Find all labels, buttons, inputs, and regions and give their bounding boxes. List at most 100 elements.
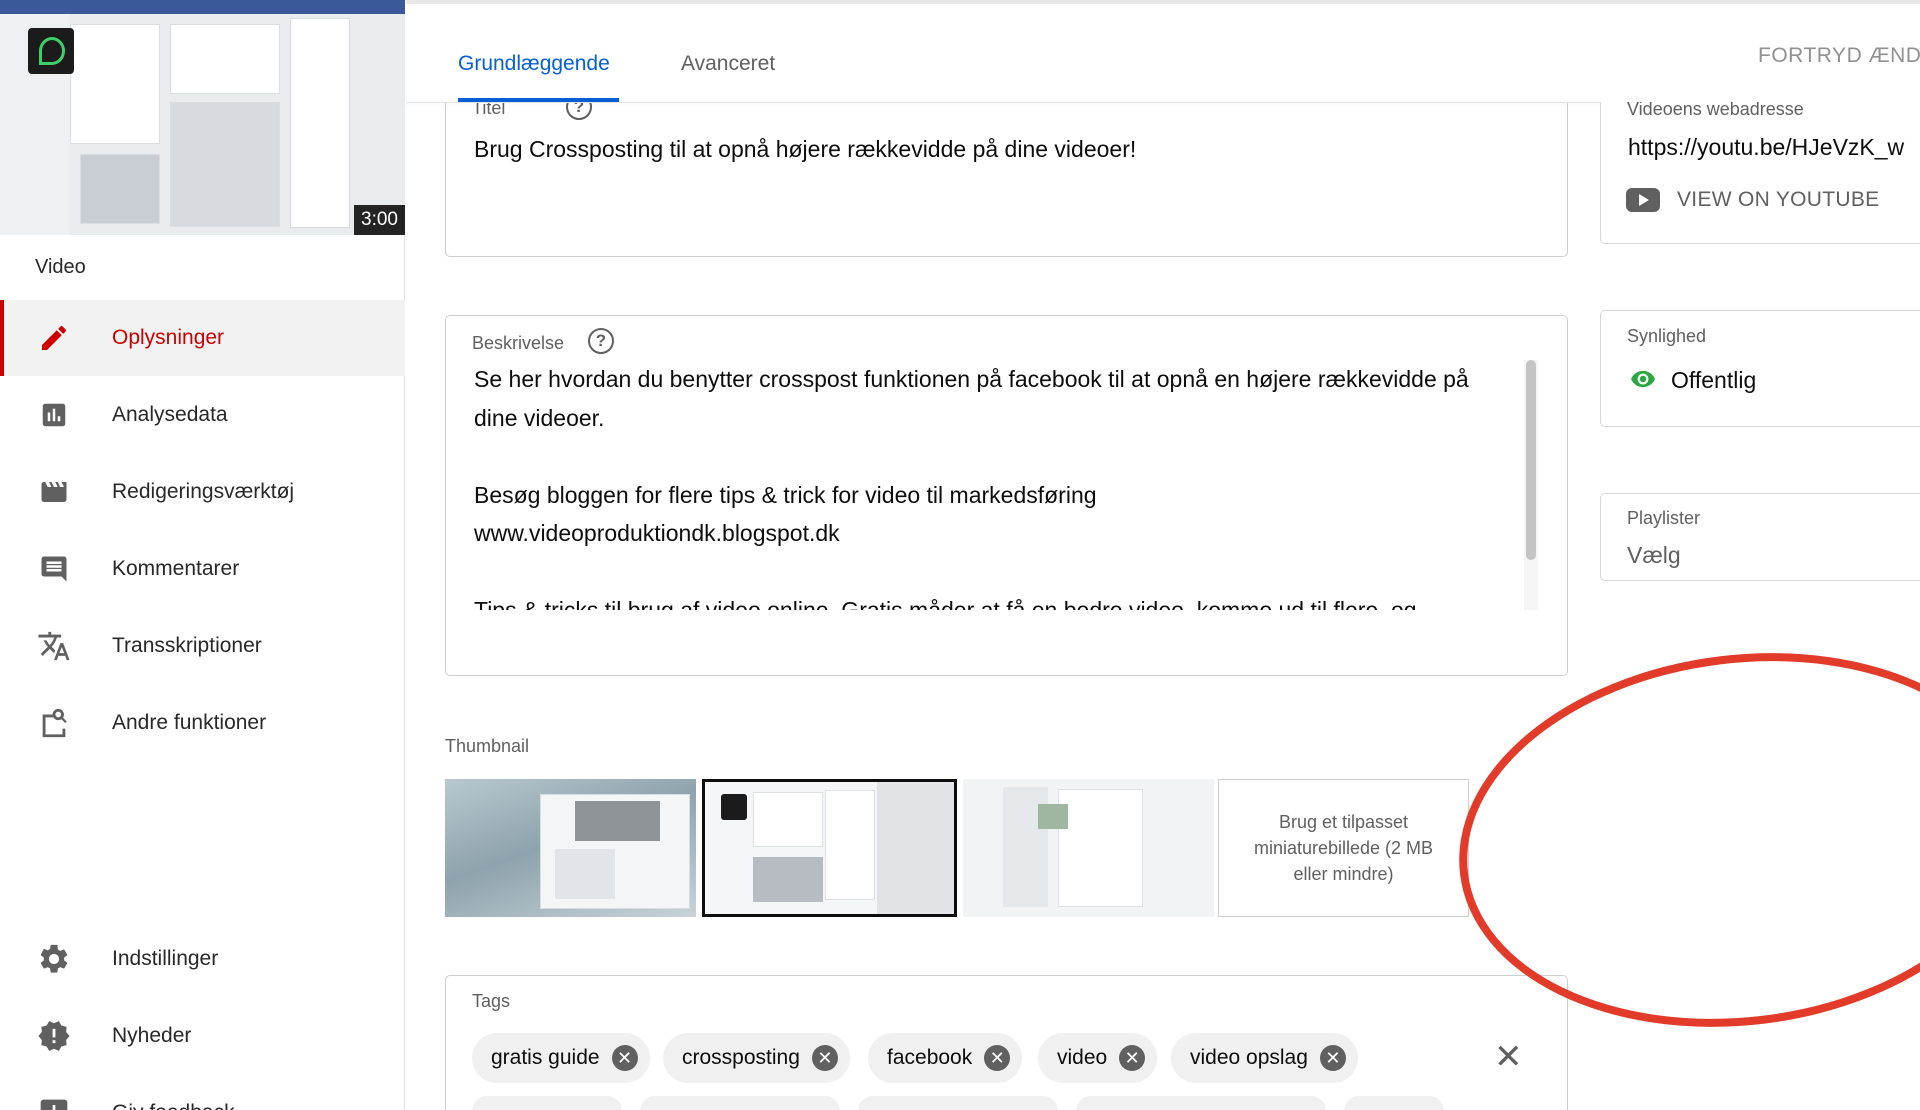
sidebar-item-kommentarer[interactable]: Kommentarer (0, 531, 405, 607)
remove-tag-icon[interactable]: ✕ (984, 1045, 1011, 1071)
playlists-value: Vælg (1627, 542, 1681, 568)
playlist-select[interactable]: Playlister Vælg (1600, 493, 1920, 581)
channel-logo-icon (28, 28, 74, 74)
preview-card (80, 154, 160, 224)
scrollbar-thumb[interactable] (1526, 360, 1536, 560)
pencil-icon (36, 320, 72, 356)
tag-chip[interactable] (472, 1096, 622, 1110)
thumbnail-label: Thumbnail (445, 736, 530, 756)
help-icon[interactable]: ? (588, 328, 614, 354)
thumb-card-image (753, 857, 823, 902)
visibility-card[interactable]: Synlighed Offentlig (1600, 310, 1920, 427)
description-line: dine videoer. (474, 404, 605, 431)
clear-tags-icon[interactable]: ✕ (1494, 1040, 1523, 1074)
sidebar-item-label: Giv feedback (112, 1101, 235, 1110)
feedback-icon (36, 1095, 72, 1110)
description-line: www.videoproduktiondk.blogspot.dk (474, 520, 840, 546)
thumb-card (753, 792, 823, 847)
tag-chip[interactable]: crossposting ✕ (663, 1033, 850, 1083)
tag-chip[interactable]: video opslag ✕ (1171, 1033, 1358, 1083)
sidebar-item-label: Transskriptioner (112, 634, 262, 657)
title-field[interactable]: Titel ? Brug Crossposting til at opnå hø… (445, 84, 1568, 257)
gear-icon (36, 941, 72, 977)
sidebar-item-label: Kommentarer (112, 557, 240, 580)
thumb-card (1058, 789, 1143, 907)
sidebar-item-analysedata[interactable]: Analysedata (0, 377, 405, 453)
sidebar-item-label: Andre funktioner (112, 711, 267, 734)
sidebar-item-label: Nyheder (112, 1024, 192, 1047)
remove-tag-icon[interactable]: ✕ (1319, 1045, 1346, 1071)
tag-label: crossposting (682, 1046, 800, 1069)
tag-chip[interactable]: facebook ✕ (868, 1033, 1023, 1083)
thumb-side (877, 782, 954, 914)
tab-grundlaeggende[interactable]: Grundlæggende (458, 52, 610, 76)
video-duration: 3:00 (354, 205, 405, 235)
tag-chip[interactable] (640, 1096, 840, 1110)
description-scrollbar[interactable] (1524, 360, 1538, 610)
undo-changes-button[interactable]: FORTRYD ÆNDR (1758, 44, 1920, 68)
preview-card (170, 24, 280, 94)
upload-thumbnail-button[interactable]: Brug et tilpasset miniaturebillede (2 MB… (1218, 779, 1469, 917)
tag-chip[interactable] (1344, 1096, 1444, 1110)
description-label: Beskrivelse (472, 333, 565, 353)
preview-page (70, 14, 405, 235)
visibility-value: Offentlig (1671, 367, 1757, 393)
tag-chip[interactable]: video ✕ (1038, 1033, 1158, 1083)
sidebar-item-andre-funktioner[interactable]: Andre funktioner (0, 685, 405, 761)
video-url-label: Videoens webadresse (1627, 99, 1804, 119)
sidebar: 3:00 Video Oplysninger Analysedata Redig… (0, 0, 405, 1110)
tag-chip[interactable] (1076, 1096, 1326, 1110)
other-features-icon (36, 705, 72, 741)
thumb-card-image (1038, 804, 1068, 829)
description-line (474, 437, 1534, 476)
preview-card (170, 102, 280, 227)
preview-card (70, 24, 160, 144)
tag-label: gratis guide (491, 1046, 600, 1069)
video-url-link[interactable]: https://youtu.be/HJeVzK_w (1628, 134, 1904, 161)
sidebar-item-label: Oplysninger (112, 326, 225, 349)
thumb-screen-image (575, 801, 660, 841)
thumbnail-option-selected[interactable] (702, 779, 957, 917)
tag-chip[interactable] (858, 1096, 1058, 1110)
remove-tag-icon[interactable]: ✕ (611, 1045, 638, 1071)
sidebar-item-transskriptioner[interactable]: Transskriptioner (0, 608, 405, 684)
youtube-play-icon (1626, 188, 1660, 212)
translate-icon (36, 628, 72, 664)
thumbnail-option[interactable] (963, 779, 1214, 917)
tag-chip[interactable]: gratis guide ✕ (472, 1033, 650, 1083)
description-line (474, 553, 1534, 592)
description-field[interactable]: Beskrivelse ? Se her hvordan du benytter… (445, 315, 1568, 676)
sidebar-item-oplysninger[interactable]: Oplysninger (0, 300, 405, 376)
preview-card (290, 18, 350, 228)
video-preview[interactable]: 3:00 (0, 0, 405, 235)
preview-topbar (0, 0, 405, 14)
sidebar-heading: Video (35, 256, 86, 278)
remove-tag-icon[interactable]: ✕ (811, 1045, 838, 1071)
comment-icon (36, 551, 72, 587)
tab-avanceret[interactable]: Avanceret (681, 52, 775, 76)
sidebar-item-nyheder[interactable]: Nyheder (0, 998, 405, 1074)
sidebar-item-label: Analysedata (112, 403, 228, 426)
thumb-card (825, 790, 875, 900)
thumb-logo (721, 794, 747, 820)
sidebar-item-giv-feedback[interactable]: Giv feedback (0, 1075, 405, 1110)
description-line: Se her hvordan du benytter crosspost fun… (474, 366, 1469, 392)
sidebar-item-label: Redigeringsværktøj (112, 480, 295, 503)
sidebar-item-label: Indstillinger (112, 947, 219, 970)
description-line: Besøg bloggen for flere tips & trick for… (474, 481, 1097, 508)
tag-label: video opslag (1190, 1046, 1308, 1069)
sidebar-item-redigeringsvaerktoj[interactable]: Redigeringsværktøj (0, 454, 405, 530)
clapperboard-icon (36, 474, 72, 510)
main-content: Titel ? Brug Crossposting til at opnå hø… (406, 0, 1920, 1110)
description-text[interactable]: Se her hvordan du benytter crosspost fun… (474, 360, 1534, 610)
description-line: Tips & tricks til brug af video online. … (474, 597, 1417, 610)
thumbnail-option[interactable] (445, 779, 696, 917)
thumb-screen-block (555, 849, 615, 899)
analytics-icon (36, 397, 72, 433)
view-on-youtube-label: VIEW ON YOUTUBE (1677, 188, 1880, 211)
view-on-youtube-button[interactable]: VIEW ON YOUTUBE (1626, 188, 1879, 212)
tag-label: facebook (887, 1046, 973, 1069)
sidebar-item-indstillinger[interactable]: Indstillinger (0, 921, 405, 997)
remove-tag-icon[interactable]: ✕ (1119, 1045, 1146, 1071)
video-link-card: Videoens webadresse (1600, 80, 1920, 244)
